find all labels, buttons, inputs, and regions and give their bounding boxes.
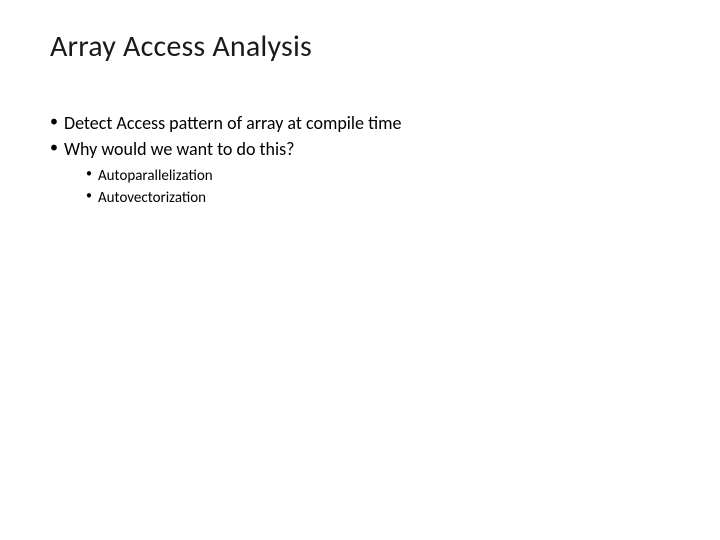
bullet-item: Detect Access pattern of array at compil…: [50, 111, 670, 135]
slide-title: Array Access Analysis: [50, 28, 670, 65]
sub-bullet-item: Autoparallelization: [86, 166, 670, 187]
bullet-text: Why would we want to do this?: [64, 138, 295, 160]
bullet-text: Detect Access pattern of array at compil…: [64, 112, 401, 134]
sub-bullet-item: Autovectorization: [86, 188, 670, 209]
bullet-list: Detect Access pattern of array at compil…: [50, 111, 670, 209]
bullet-item: Why would we want to do this? Autoparall…: [50, 137, 670, 208]
sub-bullet-text: Autovectorization: [98, 189, 206, 207]
sub-bullet-text: Autoparallelization: [98, 167, 213, 185]
sub-bullet-list: Autoparallelization Autovectorization: [86, 166, 670, 209]
slide: Array Access Analysis Detect Access patt…: [0, 0, 720, 540]
